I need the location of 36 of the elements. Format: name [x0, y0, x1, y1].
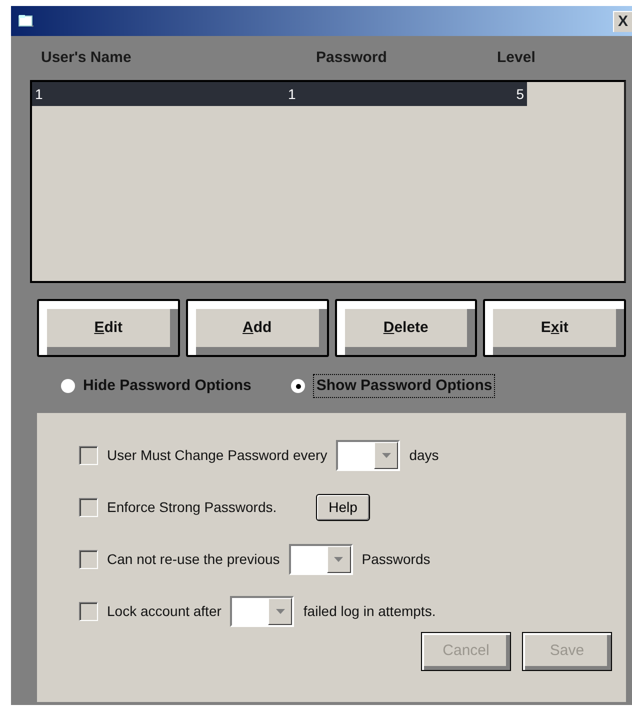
dropdown-field[interactable]: [230, 596, 294, 627]
column-header[interactable]: Password: [316, 49, 387, 66]
list-row[interactable]: 1 1 5: [32, 82, 527, 106]
option-label: Enforce Strong Passwords.: [107, 498, 277, 517]
user-list[interactable]: 1 1 5: [30, 80, 626, 283]
dropdown-field[interactable]: [336, 440, 400, 471]
option-label: Can not re-use the previous: [107, 550, 280, 569]
option-label: User Must Change Password every: [107, 446, 328, 465]
option-suffix: days: [409, 446, 439, 465]
option-suffix: failed log in attempts.: [303, 602, 436, 621]
list-cell: 1: [288, 86, 296, 102]
column-header[interactable]: User's Name: [41, 49, 132, 66]
option-label: Lock account after: [107, 602, 222, 621]
toolbar-button[interactable]: Delete: [334, 299, 478, 357]
list-cell: 5: [516, 86, 524, 102]
option-suffix: Passwords: [362, 550, 430, 569]
close-button[interactable]: X: [613, 11, 632, 32]
app-icon: [18, 14, 35, 28]
toolbar-button[interactable]: Edit: [37, 299, 180, 357]
caret-icon: [382, 453, 391, 458]
checkbox[interactable]: [79, 446, 98, 465]
radio-button[interactable]: [61, 379, 75, 393]
checkbox[interactable]: [79, 498, 98, 517]
checkbox[interactable]: [79, 602, 98, 621]
checkbox[interactable]: [79, 550, 98, 569]
toolbar-button[interactable]: Exit: [483, 299, 626, 357]
help-button[interactable]: Help: [316, 494, 370, 521]
radio-button[interactable]: [291, 379, 306, 393]
caret-icon: [276, 609, 285, 614]
toolbar-button[interactable]: Add: [186, 299, 328, 357]
dropdown-field[interactable]: [288, 544, 353, 575]
column-header[interactable]: Level: [497, 49, 536, 66]
radio-label: Hide Password Options: [83, 376, 252, 396]
radio-option[interactable]: Hide Password Options: [61, 374, 252, 398]
caret-icon: [334, 557, 344, 562]
list-cell: 1: [35, 86, 43, 102]
